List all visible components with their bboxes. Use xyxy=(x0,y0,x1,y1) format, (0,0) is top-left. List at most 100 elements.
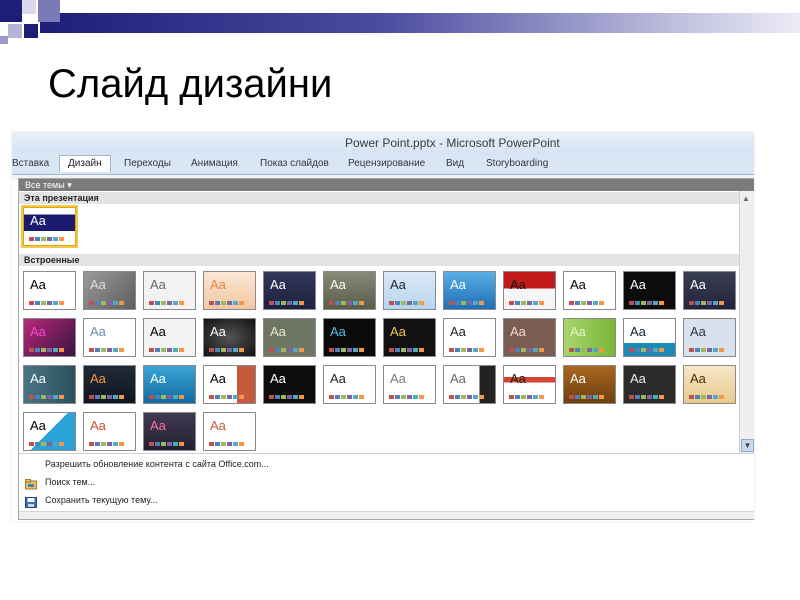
theme-sample-text: Aa xyxy=(150,418,166,433)
theme-sample-text: Aa xyxy=(690,371,706,386)
builtin-theme-thumbnail[interactable]: Aa xyxy=(683,318,736,357)
menu-save-current-theme[interactable]: Сохранить текущую тему... xyxy=(19,493,754,509)
color-swatches xyxy=(269,395,305,399)
builtin-theme-thumbnail[interactable]: Aa xyxy=(503,318,556,357)
color-swatches xyxy=(149,442,185,446)
builtin-theme-thumbnail[interactable]: Aa xyxy=(443,318,496,357)
builtin-theme-thumbnail[interactable]: Aa xyxy=(263,365,316,404)
color-swatches xyxy=(389,301,425,305)
scroll-down-icon[interactable]: ▼ xyxy=(741,439,754,452)
builtin-theme-thumbnail[interactable]: Aa xyxy=(203,365,256,404)
builtin-theme-thumbnail[interactable]: Aa xyxy=(383,318,436,357)
builtin-theme-thumbnail[interactable]: Aa xyxy=(383,271,436,310)
theme-sample-text: Aa xyxy=(30,418,46,433)
tab-design[interactable]: Дизайн xyxy=(59,155,111,172)
builtin-theme-thumbnail[interactable]: Aa xyxy=(143,318,196,357)
tab-slideshow[interactable]: Показ слайдов xyxy=(260,158,329,169)
theme-sample-text: Aa xyxy=(210,277,226,292)
color-swatches xyxy=(569,395,605,399)
current-theme-thumbnail[interactable]: Aa xyxy=(21,205,78,248)
builtin-theme-thumbnail[interactable]: Aa xyxy=(563,318,616,357)
builtin-theme-thumbnail[interactable]: Aa xyxy=(23,271,76,310)
builtin-theme-thumbnail[interactable]: Aa xyxy=(683,271,736,310)
builtin-theme-thumbnail[interactable]: Aa xyxy=(683,365,736,404)
builtin-theme-thumbnail[interactable]: Aa xyxy=(203,271,256,310)
tab-animation[interactable]: Анимация xyxy=(191,158,238,169)
color-swatches xyxy=(449,395,485,399)
color-swatches xyxy=(149,395,185,399)
theme-sample-text: Aa xyxy=(210,418,226,433)
slide-header-bar xyxy=(40,13,800,33)
theme-sample-text: Aa xyxy=(570,324,586,339)
tab-transitions[interactable]: Переходы xyxy=(124,158,171,169)
builtin-theme-thumbnail[interactable]: Aa xyxy=(623,318,676,357)
builtin-theme-thumbnail[interactable]: Aa xyxy=(143,412,196,451)
theme-sample-text: Aa xyxy=(330,324,346,339)
builtin-theme-thumbnail[interactable]: Aa xyxy=(623,365,676,404)
builtin-theme-thumbnail[interactable]: Aa xyxy=(263,271,316,310)
builtin-theme-thumbnail[interactable]: Aa xyxy=(143,365,196,404)
builtin-theme-thumbnail[interactable]: Aa xyxy=(443,365,496,404)
theme-sample-text: Aa xyxy=(630,324,646,339)
tab-review[interactable]: Рецензирование xyxy=(348,158,425,169)
builtin-theme-thumbnail[interactable]: Aa xyxy=(143,271,196,310)
theme-sample-text: Aa xyxy=(270,277,286,292)
theme-sample-text: Aa xyxy=(510,324,526,339)
deco-square xyxy=(38,0,60,22)
builtin-theme-thumbnail[interactable]: Aa xyxy=(623,271,676,310)
builtin-theme-thumbnail[interactable]: Aa xyxy=(503,271,556,310)
builtin-theme-thumbnail[interactable]: Aa xyxy=(383,365,436,404)
builtin-theme-thumbnail[interactable]: Aa xyxy=(203,412,256,451)
color-swatches xyxy=(389,395,425,399)
theme-sample-text: Aa xyxy=(90,371,106,386)
builtin-theme-thumbnail[interactable]: Aa xyxy=(83,318,136,357)
color-swatches xyxy=(569,301,605,305)
builtin-theme-thumbnail[interactable]: Aa xyxy=(203,318,256,357)
menu-browse-themes[interactable]: Поиск тем... xyxy=(19,475,754,491)
all-themes-dropdown[interactable]: Все темы ▾ xyxy=(19,179,754,191)
themes-gallery: Все темы ▾ Эта презентация Встроенные Aa… xyxy=(18,178,754,520)
tab-storyboarding[interactable]: Storyboarding xyxy=(486,158,548,169)
builtin-theme-thumbnail[interactable]: Aa xyxy=(563,365,616,404)
theme-sample-text: Aa xyxy=(390,324,406,339)
builtin-theme-thumbnail[interactable]: Aa xyxy=(263,318,316,357)
builtin-theme-thumbnail[interactable]: Aa xyxy=(23,318,76,357)
builtin-theme-thumbnail[interactable]: Aa xyxy=(323,271,376,310)
menu-enable-office-content[interactable]: Разрешить обновление контента с сайта Of… xyxy=(19,457,754,473)
builtin-theme-thumbnail[interactable]: Aa xyxy=(83,365,136,404)
color-swatches xyxy=(89,301,125,305)
builtin-theme-thumbnail[interactable]: Aa xyxy=(23,365,76,404)
theme-sample-text: Aa xyxy=(450,371,466,386)
color-swatches xyxy=(269,301,305,305)
deco-square xyxy=(22,0,36,14)
theme-sample-text: Aa xyxy=(510,371,526,386)
color-swatches xyxy=(689,395,725,399)
builtin-theme-thumbnail[interactable]: Aa xyxy=(83,271,136,310)
save-theme-icon xyxy=(25,495,37,508)
builtin-theme-thumbnail[interactable]: Aa xyxy=(563,271,616,310)
builtin-theme-thumbnail[interactable]: Aa xyxy=(443,271,496,310)
color-swatches xyxy=(689,348,725,352)
builtin-theme-thumbnail[interactable]: Aa xyxy=(323,318,376,357)
color-swatches xyxy=(569,348,605,352)
gallery-resize-grip[interactable] xyxy=(19,511,754,519)
builtin-theme-thumbnail[interactable]: Aa xyxy=(323,365,376,404)
color-swatches xyxy=(509,348,545,352)
menu-item-label: Сохранить текущую тему... xyxy=(45,495,158,505)
theme-sample-text: Aa xyxy=(210,324,226,339)
color-swatches xyxy=(89,395,125,399)
theme-sample-text: Aa xyxy=(390,277,406,292)
builtin-theme-thumbnail[interactable]: Aa xyxy=(23,412,76,451)
tab-insert[interactable]: Вставка xyxy=(12,158,49,169)
deco-square xyxy=(8,24,22,38)
color-swatches xyxy=(29,237,65,241)
builtin-theme-thumbnail[interactable]: Aa xyxy=(503,365,556,404)
scroll-up-icon[interactable]: ▲ xyxy=(742,194,750,203)
theme-sample-text: Aa xyxy=(570,277,586,292)
gallery-scrollbar[interactable]: ▲ ▼ xyxy=(739,191,754,453)
color-swatches xyxy=(269,348,305,352)
tab-view[interactable]: Вид xyxy=(446,158,464,169)
color-swatches xyxy=(89,442,125,446)
theme-sample-text: Aa xyxy=(270,324,286,339)
builtin-theme-thumbnail[interactable]: Aa xyxy=(83,412,136,451)
